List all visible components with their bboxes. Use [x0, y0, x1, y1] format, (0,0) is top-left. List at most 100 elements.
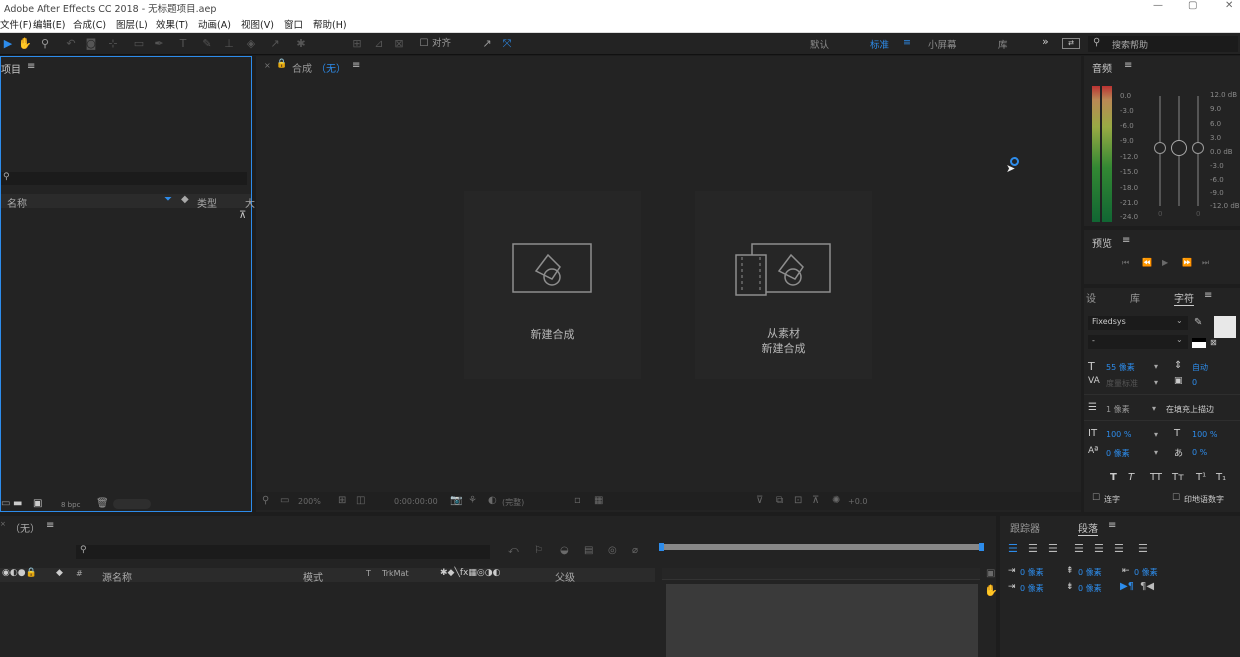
stroke-width-value[interactable]: 1 像素 — [1106, 404, 1130, 415]
workspace-default[interactable]: 默认 — [810, 37, 829, 51]
new-folder-icon[interactable]: ▬ — [13, 498, 22, 509]
lock-icon[interactable]: 🔒 — [276, 59, 287, 69]
snapshot-icon[interactable]: 📷 — [450, 495, 462, 506]
stroke-mode-dropdown[interactable]: 在填充上描边 — [1166, 404, 1214, 415]
fill-color-swatch[interactable] — [1214, 316, 1236, 338]
column-size[interactable]: 大 — [245, 195, 255, 210]
kerning-value[interactable]: 0 — [1192, 378, 1197, 387]
chevron-down-icon[interactable]: ▾ — [1154, 430, 1158, 439]
audio-menu-icon[interactable]: ≡ — [1124, 60, 1132, 71]
all-caps-button[interactable]: TT — [1150, 472, 1162, 483]
timeline-menu-icon[interactable]: ≡ — [46, 520, 54, 531]
leading-value[interactable]: 自动 — [1192, 362, 1208, 373]
puppet-tool-icon[interactable]: ✱ — [294, 36, 308, 52]
pan-behind-tool-icon[interactable]: ⊹ — [106, 36, 120, 52]
menu-help[interactable]: 帮助(H) — [313, 17, 347, 31]
space-after-value[interactable]: 0 像素 — [1078, 583, 1102, 594]
hand-tool-icon[interactable]: ✋ — [18, 36, 32, 52]
column-name[interactable]: 名称 — [7, 195, 27, 210]
font-style-dropdown[interactable]: - ⌄ — [1088, 335, 1188, 349]
eraser-tool-icon[interactable]: ◈ — [244, 36, 258, 52]
align-right-icon[interactable]: ☰ — [1048, 542, 1058, 555]
justify-right-icon[interactable]: ☰ — [1114, 542, 1124, 555]
close-tab-icon[interactable]: × — [0, 520, 6, 528]
tab-character[interactable]: 字符 — [1174, 290, 1194, 306]
menu-file[interactable]: 文件(F) — [0, 17, 32, 31]
comp-button-icon[interactable]: ▣ — [986, 568, 995, 579]
minimize-icon[interactable]: — — [1153, 0, 1163, 11]
workspace-small-screen[interactable]: 小屏幕 — [928, 37, 957, 51]
project-menu-icon[interactable]: ≡ — [27, 61, 35, 72]
snapping-checkbox[interactable]: ☐ — [418, 36, 430, 52]
first-frame-icon[interactable]: ⏮ — [1122, 258, 1129, 268]
axis-view-icon[interactable]: ⊠ — [392, 36, 406, 52]
type-tool-icon[interactable]: T — [176, 36, 190, 52]
exposure-value[interactable]: +0.0 — [848, 497, 867, 506]
roto-brush-tool-icon[interactable]: ↗ — [268, 36, 282, 52]
time-navigator-bar[interactable] — [661, 544, 983, 550]
composition-tab-value[interactable]: （无） — [316, 60, 346, 75]
preview-icon[interactable]: ▭ — [280, 495, 289, 506]
play-icon[interactable]: ▶ — [1162, 258, 1168, 267]
preview-menu-icon[interactable]: ≡ — [1122, 235, 1130, 246]
previous-frame-icon[interactable]: ⏪ — [1142, 258, 1152, 267]
snap-feature-icon[interactable]: ⤧ — [500, 36, 514, 52]
close-tab-icon[interactable]: × — [264, 61, 271, 70]
justify-all-icon[interactable]: ☰ — [1138, 542, 1148, 555]
tsume-value[interactable]: 0 % — [1192, 448, 1207, 457]
chevron-down-icon[interactable]: ▾ — [1154, 448, 1158, 457]
clone-stamp-tool-icon[interactable]: ⊥ — [222, 36, 236, 52]
maximize-icon[interactable]: ▢ — [1188, 0, 1197, 11]
comp-mini-flowchart-icon[interactable]: ⤺ — [508, 545, 519, 556]
left-volume-knob[interactable] — [1154, 142, 1166, 154]
sync-settings-icon[interactable]: ⇄ — [1062, 38, 1080, 49]
menu-view[interactable]: 视图(V) — [241, 17, 274, 31]
new-composition-tile[interactable]: 新建合成 — [464, 191, 641, 379]
next-frame-icon[interactable]: ⏩ — [1182, 258, 1192, 267]
flowchart-icon[interactable]: ⊼ — [239, 210, 246, 221]
flowchart-icon[interactable]: ⊼ — [812, 495, 819, 506]
right-volume-knob[interactable] — [1192, 142, 1204, 154]
menu-effect[interactable]: 效果(T) — [156, 17, 188, 31]
last-frame-icon[interactable]: ⏭ — [1202, 258, 1209, 268]
chevron-down-icon[interactable]: ▾ — [1154, 362, 1158, 371]
indent-right-value[interactable]: 0 像素 — [1134, 567, 1158, 578]
paragraph-menu-icon[interactable]: ≡ — [1108, 520, 1116, 531]
grid-icon[interactable]: ⊞ — [338, 495, 346, 506]
font-size-value[interactable]: 55 像素 — [1106, 362, 1135, 373]
fast-previews-icon[interactable]: ⊽ — [756, 495, 763, 506]
zoom-level[interactable]: 200% — [298, 497, 321, 506]
menu-composition[interactable]: 合成(C) — [73, 17, 106, 31]
subscript-button[interactable]: T₁ — [1216, 472, 1226, 483]
column-type[interactable]: 类型 — [197, 195, 217, 210]
pen-tool-icon[interactable]: ✒ — [152, 36, 166, 52]
menu-layer[interactable]: 图层(L) — [116, 17, 148, 31]
font-family-dropdown[interactable]: Fixedsys ⌄ — [1088, 316, 1188, 330]
motion-blur-icon[interactable]: ◎ — [608, 545, 617, 556]
zoom-tool-icon[interactable]: ⚲ — [38, 36, 52, 52]
superscript-button[interactable]: T¹ — [1196, 472, 1206, 483]
column-number[interactable]: # — [76, 569, 83, 578]
character-menu-icon[interactable]: ≡ — [1204, 290, 1212, 301]
indent-first-value[interactable]: 0 像素 — [1020, 583, 1044, 594]
chevron-down-icon[interactable]: ▾ — [1152, 404, 1156, 413]
tab-libraries[interactable]: 库 — [1130, 290, 1140, 305]
magnify-icon[interactable]: ⚲ — [262, 495, 269, 506]
new-composition-icon[interactable]: ▣ — [33, 498, 42, 509]
menu-animation[interactable]: 动画(A) — [198, 17, 231, 31]
ltr-direction-icon[interactable]: ▶¶ — [1120, 581, 1134, 592]
hand-icon[interactable]: ✋ — [984, 584, 998, 597]
layer-search-input[interactable]: ⚲ — [76, 545, 490, 559]
draft-3d-icon[interactable]: ⚐ — [534, 545, 543, 556]
column-trkmat[interactable]: TrkMat — [382, 569, 409, 578]
exposure-icon[interactable]: ✺ — [832, 495, 840, 506]
shy-layers-icon[interactable]: ◒ — [560, 545, 569, 556]
vertical-scale-value[interactable]: 100 % — [1106, 430, 1131, 439]
thumbnail-scrollbar[interactable] — [113, 499, 151, 509]
align-center-icon[interactable]: ☰ — [1028, 542, 1038, 555]
menu-edit[interactable]: 编辑(E) — [33, 17, 65, 31]
region-of-interest-icon[interactable]: ▫ — [574, 495, 581, 506]
transparency-grid-icon[interactable]: ▦ — [594, 495, 603, 506]
tracking-method[interactable]: 度量标准 — [1106, 378, 1138, 389]
column-source-name[interactable]: 源名称 — [102, 569, 132, 584]
